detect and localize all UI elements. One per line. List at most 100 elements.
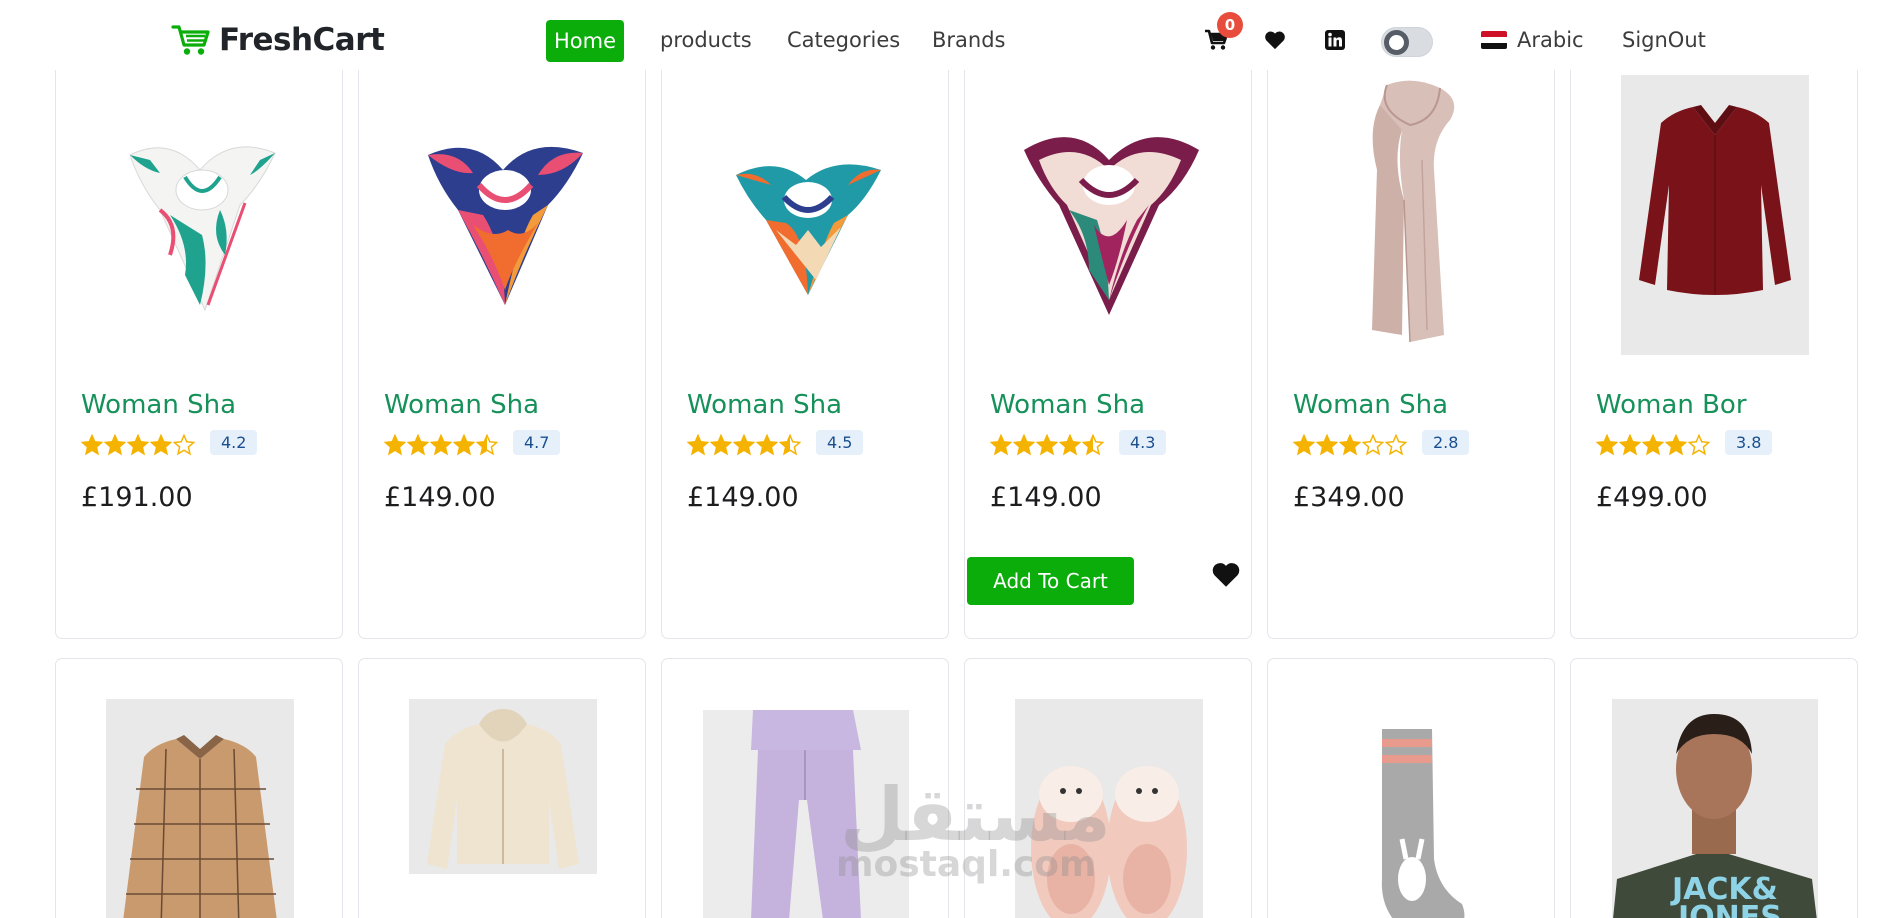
svg-text:JONES: JONES	[1676, 900, 1782, 918]
product-price: £149.00	[687, 482, 799, 513]
product-card[interactable]: Woman Sha 4.3 £149.00 Add To Cart	[964, 70, 1252, 639]
star-icon	[756, 434, 778, 456]
rating-badge: 4.2	[210, 430, 258, 455]
product-card[interactable]: JACK& JONES	[1570, 658, 1858, 918]
product-image[interactable]	[359, 659, 645, 918]
shopping-cart-logo-icon	[171, 25, 210, 55]
product-price: £191.00	[81, 482, 193, 513]
product-image[interactable]	[359, 70, 645, 360]
scarf-image	[736, 164, 881, 295]
signout-link[interactable]: SignOut	[1622, 22, 1706, 58]
star-icon	[1316, 434, 1338, 456]
scarf-image	[428, 146, 583, 305]
theme-toggle[interactable]	[1381, 27, 1433, 57]
star-icon	[990, 434, 1012, 456]
product-title[interactable]: Woman Bor	[1596, 390, 1747, 420]
star-icon	[127, 434, 149, 456]
star-icon	[1082, 434, 1104, 456]
product-price: £499.00	[1596, 482, 1708, 513]
sweatpants-image	[703, 710, 909, 918]
product-card[interactable]: Woman Sha 4.7 £149.00	[358, 70, 646, 639]
product-image[interactable]	[662, 659, 948, 918]
product-image[interactable]	[1268, 70, 1554, 360]
star-icon	[476, 434, 498, 456]
rating-stars	[990, 434, 1104, 456]
rating-stars	[1596, 434, 1710, 456]
product-image[interactable]	[1571, 70, 1857, 360]
egypt-flag-icon	[1481, 31, 1507, 49]
brand-name: FreshCart	[219, 22, 385, 58]
scarf-image	[1024, 137, 1199, 315]
star-icon	[173, 434, 195, 456]
wishlist-toggle[interactable]	[1211, 561, 1241, 592]
product-image[interactable]	[965, 659, 1251, 918]
star-icon	[733, 434, 755, 456]
product-image[interactable]	[56, 659, 342, 918]
product-card[interactable]: Woman Sha 4.5 £149.00	[661, 70, 949, 639]
star-icon	[150, 434, 172, 456]
star-icon	[430, 434, 452, 456]
star-icon	[1059, 434, 1081, 456]
product-image[interactable]	[965, 70, 1251, 360]
product-image[interactable]	[1268, 659, 1554, 918]
nav-link-brands[interactable]: Brands	[932, 20, 1006, 60]
rating-stars	[81, 434, 195, 456]
heart-icon	[1265, 31, 1285, 50]
cart-count-badge: 0	[1217, 12, 1243, 38]
nav-link-products[interactable]: products	[660, 20, 752, 60]
rating-stars	[1293, 434, 1407, 456]
product-title[interactable]: Woman Sha	[384, 390, 539, 420]
star-icon	[407, 434, 429, 456]
linkedin-icon	[1325, 30, 1345, 50]
rating-badge: 3.8	[1725, 430, 1773, 455]
star-icon	[1013, 434, 1035, 456]
star-icon	[1619, 434, 1641, 456]
scarf-image	[1372, 80, 1455, 343]
plaid-shirt-image	[106, 699, 294, 918]
theme-toggle-knob	[1384, 30, 1409, 55]
product-price: £149.00	[990, 482, 1102, 513]
star-icon	[1665, 434, 1687, 456]
product-card[interactable]	[964, 658, 1252, 918]
star-icon	[1596, 434, 1618, 456]
product-image[interactable]: JACK& JONES	[1571, 659, 1857, 918]
add-to-cart-button[interactable]: Add To Cart	[967, 557, 1134, 605]
slippers-image	[1015, 699, 1203, 918]
sock-image	[1381, 729, 1465, 918]
rating-stars	[687, 434, 801, 456]
language-switcher[interactable]: Arabic	[1481, 22, 1584, 58]
product-card[interactable]: Woman Sha 2.8 £349.00	[1267, 70, 1555, 639]
scarf-image	[129, 146, 276, 312]
product-title[interactable]: Woman Sha	[687, 390, 842, 420]
star-icon	[779, 434, 801, 456]
product-card[interactable]	[55, 658, 343, 918]
product-card[interactable]	[661, 658, 949, 918]
product-card[interactable]: Woman Sha 4.2 £191.00	[55, 70, 343, 639]
product-price: £349.00	[1293, 482, 1405, 513]
wishlist-button[interactable]	[1262, 27, 1288, 53]
star-icon	[1688, 434, 1710, 456]
hoodie-image	[409, 699, 597, 874]
rating-stars	[384, 434, 498, 456]
product-image[interactable]	[56, 70, 342, 360]
rating-badge: 2.8	[1422, 430, 1470, 455]
heart-icon	[1212, 563, 1240, 587]
star-icon	[81, 434, 103, 456]
nav-link-home[interactable]: Home	[546, 20, 625, 62]
product-card[interactable]	[1267, 658, 1555, 918]
star-icon	[710, 434, 732, 456]
product-image[interactable]	[662, 70, 948, 360]
star-icon	[1642, 434, 1664, 456]
star-icon	[1362, 434, 1384, 456]
product-card[interactable]: Woman Bor 3.8 £499.00	[1570, 70, 1858, 639]
nav-link-categories[interactable]: Categories	[787, 20, 900, 60]
product-card[interactable]	[358, 658, 646, 918]
product-title[interactable]: Woman Sha	[81, 390, 236, 420]
product-title[interactable]: Woman Sha	[990, 390, 1145, 420]
star-icon	[1036, 434, 1058, 456]
brand-logo[interactable]: FreshCart	[171, 22, 385, 58]
star-icon	[384, 434, 406, 456]
product-title[interactable]: Woman Sha	[1293, 390, 1448, 420]
star-icon	[1339, 434, 1361, 456]
linkedin-button[interactable]	[1323, 28, 1347, 52]
